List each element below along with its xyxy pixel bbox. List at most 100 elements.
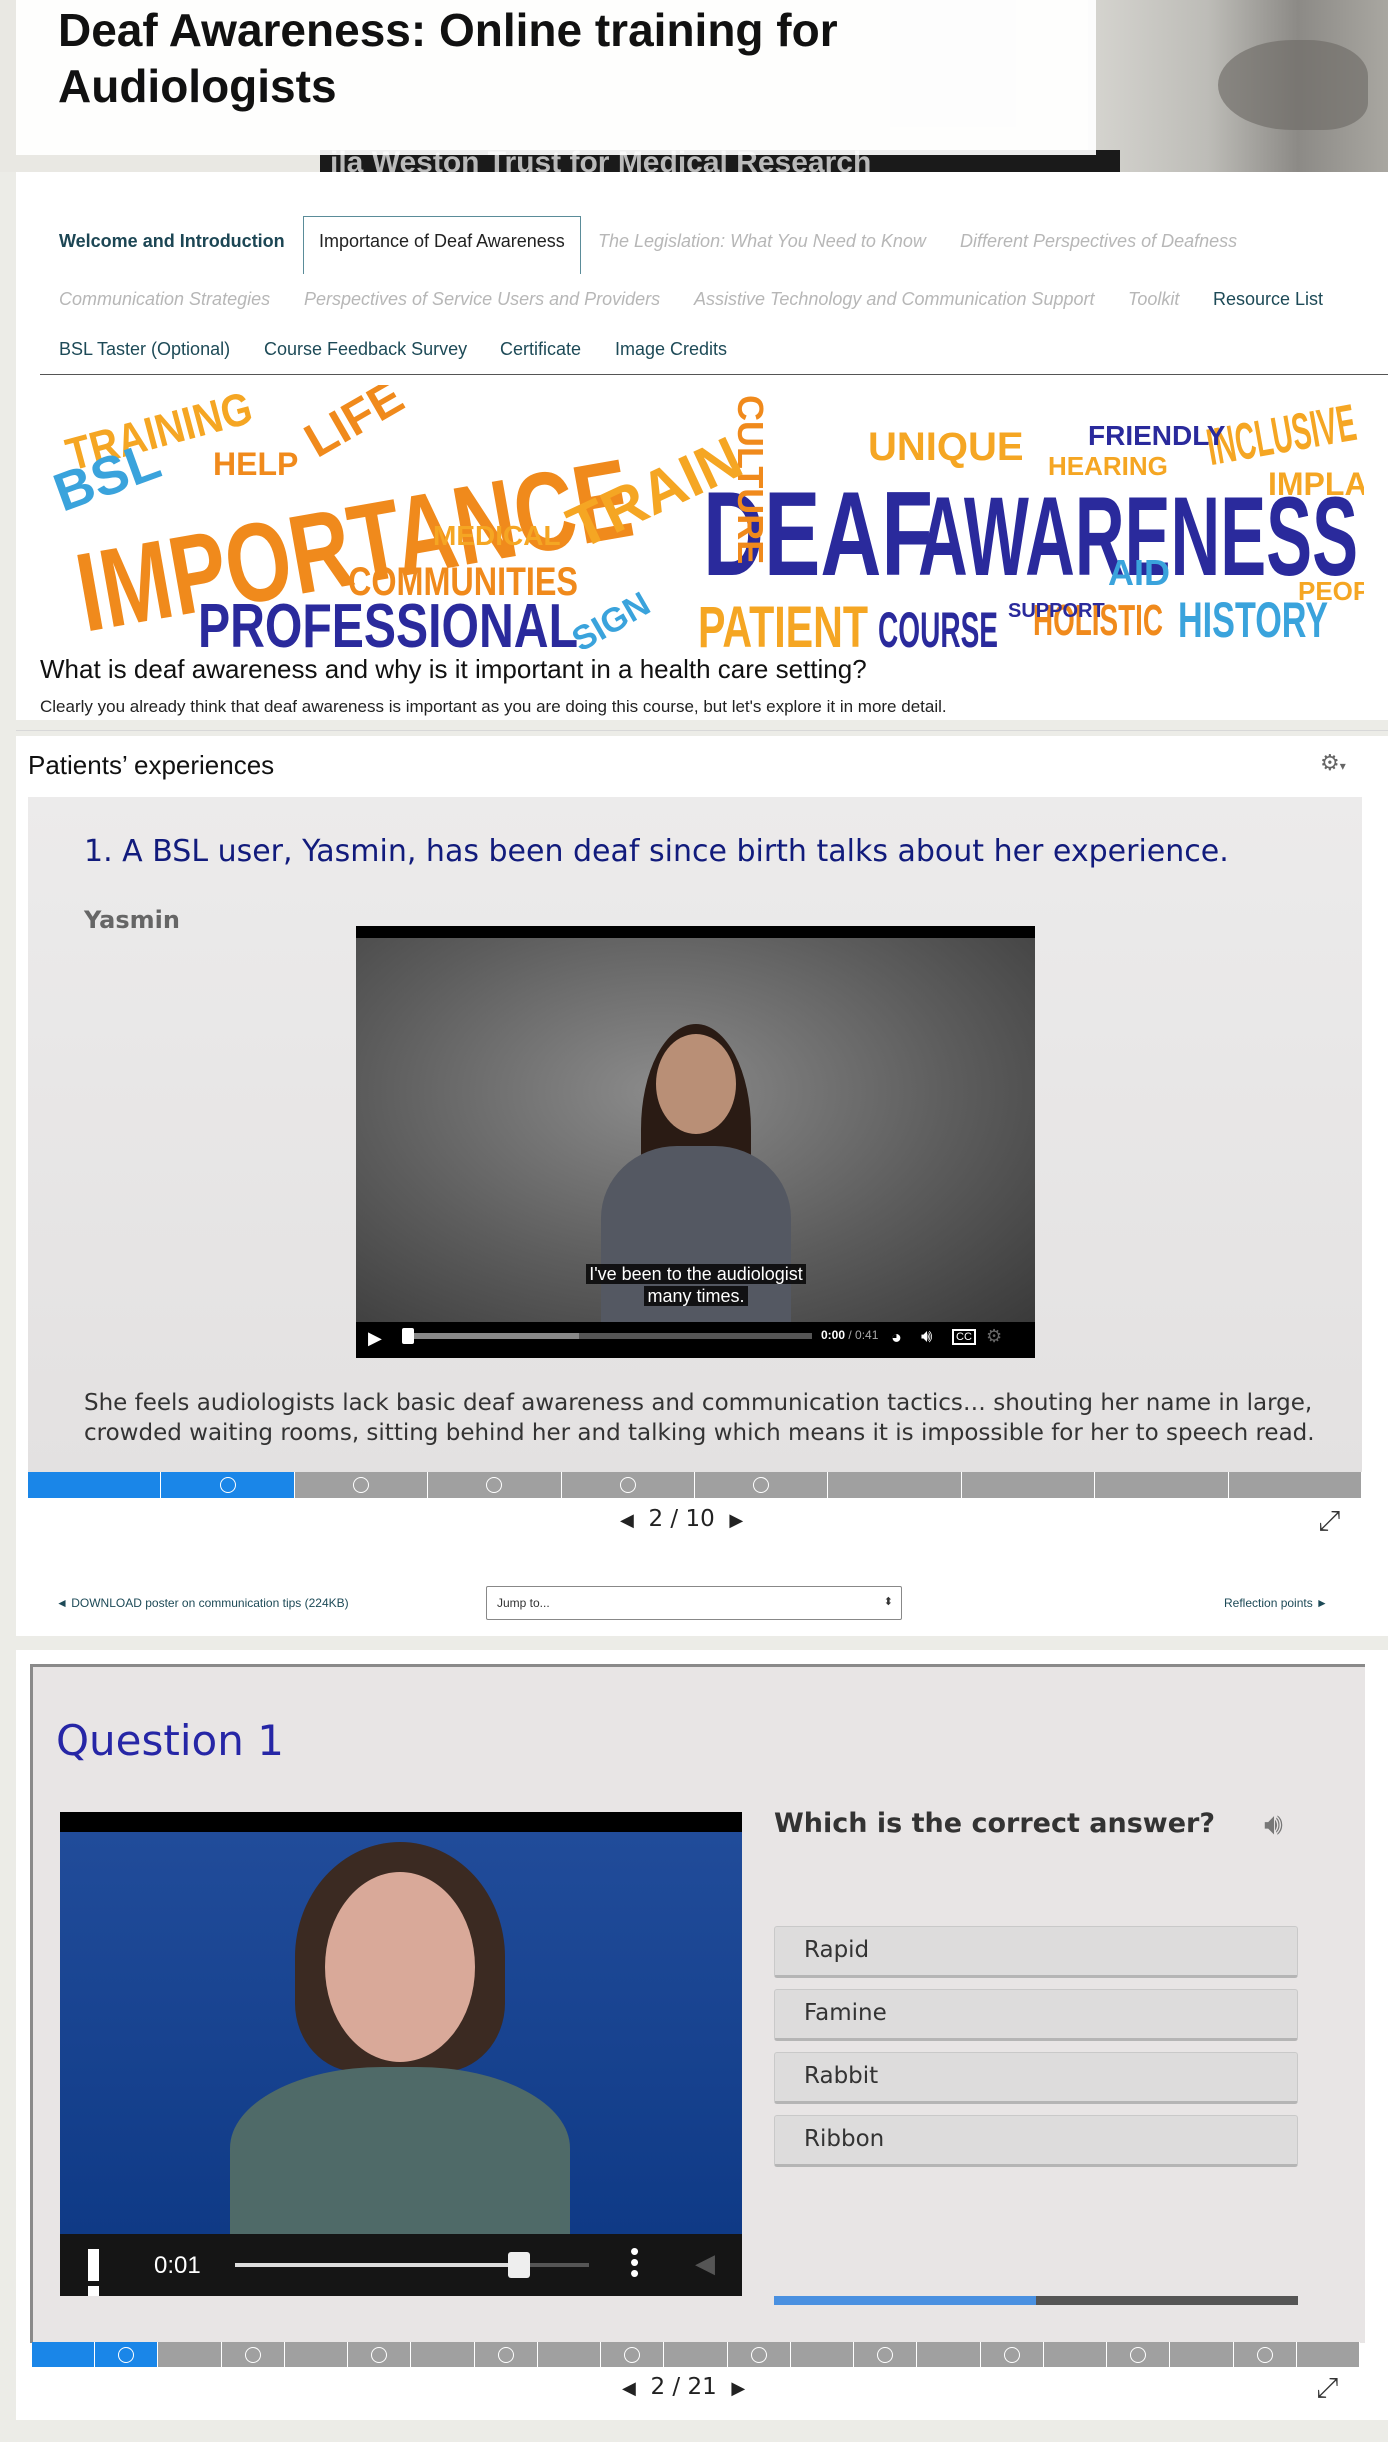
slide-question-text: 1. A BSL user, Yasmin, has been deaf sin… bbox=[84, 834, 1229, 869]
progress-segment[interactable] bbox=[475, 2342, 538, 2367]
progress-dot bbox=[750, 2347, 767, 2363]
video-person-body bbox=[230, 2067, 570, 2247]
progress-segment[interactable] bbox=[917, 2342, 981, 2367]
tab-resource-list[interactable]: Resource List bbox=[1213, 289, 1323, 310]
progress-segment[interactable] bbox=[1095, 1472, 1229, 1498]
progress-segment[interactable] bbox=[1234, 2342, 1297, 2367]
previous-slide-icon[interactable]: ◀ bbox=[620, 1510, 634, 1531]
progress-dot bbox=[1003, 2347, 1020, 2363]
fullscreen-icon[interactable]: ⤢ bbox=[1316, 2372, 1338, 2405]
jump-to-value: Jump to... bbox=[497, 1596, 550, 1610]
answer-option[interactable]: Ribbon bbox=[774, 2115, 1298, 2167]
progress-segment[interactable] bbox=[1170, 2342, 1234, 2367]
progress-segment[interactable] bbox=[428, 1472, 562, 1498]
section-intro-text: Clearly you already think that deaf awar… bbox=[40, 697, 947, 716]
progress-segment[interactable] bbox=[158, 2342, 222, 2367]
question-pager: ◀ 2 / 21 ▶ bbox=[622, 2374, 745, 2400]
question-progress-fill bbox=[774, 2296, 1036, 2305]
progress-segment[interactable] bbox=[981, 2342, 1044, 2367]
progress-segment[interactable] bbox=[854, 2342, 918, 2367]
tab-perspectives-service-users: Perspectives of Service Users and Provid… bbox=[304, 289, 661, 309]
video-person-face bbox=[325, 1872, 475, 2062]
progress-segment[interactable] bbox=[1229, 1472, 1362, 1498]
progress-segment[interactable] bbox=[728, 2342, 791, 2367]
tab-welcome-and-introduction[interactable]: Welcome and Introduction bbox=[59, 231, 285, 252]
captions-icon[interactable]: CC bbox=[952, 1329, 976, 1345]
progress-segment[interactable] bbox=[828, 1472, 962, 1498]
yasmin-video-player[interactable]: I've been to the audiologist many times.… bbox=[356, 926, 1035, 1358]
tab-different-perspectives: Different Perspectives of Deafness bbox=[960, 231, 1238, 251]
progress-segment[interactable] bbox=[411, 2342, 475, 2367]
progress-segment[interactable] bbox=[32, 2342, 96, 2367]
play-icon[interactable]: ▶ bbox=[368, 1328, 382, 1349]
settings-icon[interactable]: ⚙ bbox=[986, 1326, 1002, 1347]
pager-current: 2 bbox=[648, 1506, 664, 1532]
pause-icon[interactable] bbox=[88, 2249, 122, 2296]
fullscreen-icon[interactable]: ⤢ bbox=[1318, 1505, 1340, 1538]
audio-speaker-icon[interactable]: 🔊︎ bbox=[1264, 1808, 1283, 1842]
gear-icon[interactable]: ⚙▾ bbox=[1320, 750, 1346, 776]
video-controls-bar bbox=[356, 1322, 1035, 1358]
next-question-icon[interactable]: ▶ bbox=[731, 2378, 745, 2399]
answer-option[interactable]: Rabbit bbox=[774, 2052, 1298, 2104]
jump-to-select[interactable]: Jump to... ⬍ bbox=[486, 1586, 902, 1620]
chevron-down-icon: ▾ bbox=[1339, 759, 1346, 773]
progress-segment[interactable] bbox=[1297, 2342, 1360, 2367]
progress-segment[interactable] bbox=[1107, 2342, 1171, 2367]
tab-importance-of-deaf-awareness[interactable]: Importance of Deaf Awareness bbox=[303, 216, 581, 274]
wc-word: SUPPORT bbox=[1008, 600, 1105, 622]
progress-segment[interactable] bbox=[695, 1472, 829, 1498]
video-seek-handle[interactable] bbox=[508, 2252, 530, 2278]
more-options-icon[interactable]: • • • bbox=[630, 2238, 639, 2286]
video-time: 0:01 bbox=[154, 2252, 201, 2279]
reflection-points-link[interactable]: Reflection points ► bbox=[1224, 1596, 1328, 1610]
volume-icon[interactable]: 🔊︎ bbox=[921, 1326, 932, 1347]
question-video-player[interactable]: 0:01 • • • ◀ bbox=[60, 1812, 742, 2296]
deaf-awareness-wordcloud-image: IMPORTANCE DEAF AWARENESS PROFESSIONAL T… bbox=[48, 385, 1364, 649]
progress-segment[interactable] bbox=[161, 1472, 295, 1498]
video-seek-handle[interactable] bbox=[402, 1328, 414, 1344]
video-seek-bar[interactable] bbox=[235, 2263, 589, 2267]
tab-the-legislation: The Legislation: What You Need to Know bbox=[598, 231, 926, 251]
caption-line-2: many times. bbox=[644, 1286, 748, 1306]
pager-current: 2 bbox=[650, 2374, 666, 2400]
progress-segment[interactable] bbox=[562, 1472, 695, 1498]
wc-word: HEARING bbox=[1048, 451, 1168, 481]
progress-segment[interactable] bbox=[28, 1472, 162, 1498]
progress-dot bbox=[244, 2347, 261, 2363]
caption-line-1: I've been to the audiologist bbox=[586, 1264, 806, 1284]
progress-segment[interactable] bbox=[95, 2342, 159, 2367]
progress-dot bbox=[219, 1477, 236, 1493]
next-slide-icon[interactable]: ▶ bbox=[729, 1510, 743, 1531]
progress-dot bbox=[753, 1477, 770, 1493]
progress-segment[interactable] bbox=[348, 2342, 412, 2367]
tab-image-credits[interactable]: Image Credits bbox=[615, 339, 727, 360]
video-time-total: / 0:41 bbox=[848, 1328, 879, 1342]
wc-word: LIFE bbox=[296, 385, 413, 468]
previous-question-icon[interactable]: ◀ bbox=[622, 2378, 636, 2399]
wc-word: INCLUSIVE bbox=[1203, 394, 1361, 477]
tab-certificate[interactable]: Certificate bbox=[500, 339, 581, 360]
answer-option[interactable]: Rapid bbox=[774, 1926, 1298, 1978]
question-text: Which is the correct answer? bbox=[774, 1808, 1216, 1839]
tab-bsl-taster[interactable]: BSL Taster (Optional) bbox=[59, 339, 230, 360]
progress-segment[interactable] bbox=[538, 2342, 602, 2367]
wc-word: COURSE bbox=[878, 602, 998, 649]
progress-segment[interactable] bbox=[791, 2342, 855, 2367]
volume-muted-icon[interactable]: ◀ bbox=[695, 2248, 715, 2279]
download-poster-link[interactable]: ◄ DOWNLOAD poster on communication tips … bbox=[56, 1596, 349, 1610]
progress-segment[interactable] bbox=[222, 2342, 285, 2367]
progress-segment[interactable] bbox=[295, 1472, 429, 1498]
tab-course-feedback-survey[interactable]: Course Feedback Survey bbox=[264, 339, 467, 360]
progress-dot bbox=[877, 2347, 894, 2363]
progress-segment[interactable] bbox=[601, 2342, 665, 2367]
answer-option[interactable]: Famine bbox=[774, 1989, 1298, 2041]
progress-segment[interactable] bbox=[1044, 2342, 1108, 2367]
progress-segment[interactable] bbox=[285, 2342, 349, 2367]
speed-icon[interactable]: ◕ bbox=[891, 1327, 902, 1348]
pager-total: 10 bbox=[685, 1506, 715, 1532]
tab-toolkit: Toolkit bbox=[1128, 289, 1180, 309]
progress-segment[interactable] bbox=[962, 1472, 1096, 1498]
progress-segment[interactable] bbox=[664, 2342, 728, 2367]
video-seek-bar[interactable] bbox=[404, 1333, 812, 1339]
